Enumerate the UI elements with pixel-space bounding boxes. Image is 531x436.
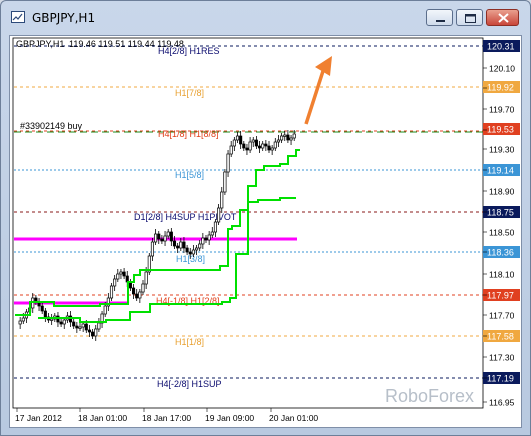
y-tick-label: 119.70 [489,105,515,115]
chart-area[interactable]: GBPJPY,H1 119.46 119.51 119.44 119.48 H4… [9,35,522,428]
svg-text:118.36: 118.36 [487,248,514,258]
price-box: 118.75 [483,206,520,218]
close-icon [498,13,509,23]
y-tick-label: 116.95 [489,398,515,408]
candle [109,283,114,301]
time-axis: 17 Jan 2012 18 Jan 01:00 18 Jan 17:00 19 Ja… [15,408,318,423]
candle [147,253,151,275]
price-axis-labels: 120.31 119.92 119.53 119.14 118.75 118.36 117.… [483,40,520,384]
price-axis-ticks: 120.10 119.70 119.30 118.90 118.50 118.10 117.… [483,64,515,408]
x-tick-label: 17 Jan 2012 [15,413,62,423]
y-tick-label: 119.30 [489,145,515,155]
y-tick-label: 118.10 [489,270,515,280]
price-box: 120.31 [483,40,520,52]
price-chart[interactable]: GBPJPY,H1 119.46 119.51 119.44 119.48 H4… [10,36,521,427]
level-label: D1[2/8] H4SUP H1PIVOT [134,212,237,222]
svg-text:119.53: 119.53 [487,125,514,135]
y-tick-label: 117.30 [489,353,515,363]
broker-watermark: RoboForex [385,386,474,406]
svg-text:117.19: 117.19 [487,374,514,384]
maximize-icon [465,14,476,23]
price-box: 117.97 [483,289,520,301]
price-box: 118.36 [483,246,520,258]
x-tick-label: 18 Jan 17:00 [142,413,191,423]
price-box: 119.14 [483,164,520,176]
level-label: H1[1/8] [175,337,204,347]
window-title: GBPJPY,H1 [32,11,96,25]
order-label: #33902149 buy [20,121,83,131]
price-box: 117.19 [483,372,520,384]
price-box: 119.53 [483,123,520,135]
close-button[interactable] [486,9,519,26]
y-tick-label: 118.50 [489,228,515,238]
chart-window-icon [11,11,25,23]
svg-text:118.75: 118.75 [487,208,514,218]
x-tick-label: 19 Jan 09:00 [205,413,254,423]
maximize-button[interactable] [456,9,483,26]
y-tick-label: 117.70 [489,311,515,321]
chart-window: GBPJPY,H1 GBPJPY,H1 119.46 119.51 119.44… [0,0,531,436]
title-bar[interactable]: GBPJPY,H1 [1,1,530,35]
level-label: H1[7/8] [175,88,204,98]
level-label: H1[5/8] [175,170,204,180]
svg-text:120.31: 120.31 [487,42,515,52]
minimize-button[interactable] [426,9,453,26]
chart-symbol-label: GBPJPY,H1 [16,39,64,49]
level-label: H4[2/8] H1RES [158,46,220,56]
price-box: 119.92 [483,81,520,93]
y-tick-label: 120.10 [489,64,515,74]
x-tick-label: 18 Jan 01:00 [78,413,127,423]
y-tick-label: 118.90 [489,187,515,197]
svg-text:119.14: 119.14 [487,166,514,176]
price-box: 117.58 [483,330,520,342]
level-label: H4[-2/8] H1SUP [157,379,222,389]
svg-text:117.97: 117.97 [487,291,514,301]
level-label: H4[1/8] H1[8/8] [158,129,219,139]
svg-text:117.58: 117.58 [487,332,514,342]
svg-text:119.92: 119.92 [487,83,514,93]
x-tick-label: 20 Jan 01:00 [269,413,318,423]
minimize-icon [436,20,445,22]
candle [223,169,227,195]
